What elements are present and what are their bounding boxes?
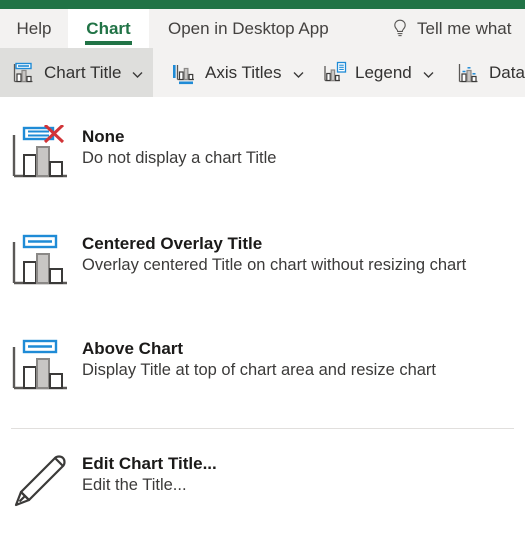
menu-item-centered-overlay-title-description: Overlay centered Title on chart without …	[82, 256, 467, 274]
chart-title-overlay-icon	[10, 232, 72, 295]
ribbon-command-row: Chart Title Axis Titles Legend Data	[0, 48, 525, 97]
menu-item-icon-wrap	[0, 337, 82, 400]
pencil-icon	[10, 452, 72, 515]
ribbon-tab-bar: Help Chart Open in Desktop App Tell me w…	[0, 9, 525, 48]
axis-titles-icon	[171, 60, 197, 86]
chart-title-icon	[10, 60, 36, 86]
lightbulb-icon	[392, 19, 408, 39]
menu-item-edit-chart-title[interactable]: Edit Chart Title... Edit the Title...	[0, 452, 525, 515]
menu-item-icon-wrap	[0, 232, 82, 295]
chevron-down-icon	[422, 66, 435, 79]
chevron-down-icon	[292, 66, 305, 79]
ribbon-button-data-labels[interactable]: Data	[445, 48, 525, 97]
menu-item-none-title: None	[82, 127, 125, 146]
chart-title-none-icon	[10, 123, 72, 188]
legend-icon	[321, 60, 347, 86]
open-in-desktop-app-label: Open in Desktop App	[168, 18, 329, 38]
tab-help-label: Help	[16, 18, 52, 38]
menu-item-above-chart-title: Above Chart	[82, 339, 184, 358]
ribbon-button-legend-label: Legend	[355, 62, 412, 82]
menu-item-text: Above Chart Display Title at top of char…	[82, 337, 436, 381]
menu-item-above-chart[interactable]: Above Chart Display Title at top of char…	[0, 337, 525, 400]
tell-me-label: Tell me what	[417, 18, 512, 38]
tab-help[interactable]: Help	[0, 9, 68, 48]
tell-me-button[interactable]: Tell me what	[392, 9, 511, 48]
tab-active-underline	[85, 41, 132, 45]
menu-item-edit-chart-title-description: Edit the Title...	[82, 476, 187, 494]
app-accent-bar	[0, 0, 525, 9]
ribbon-button-axis-titles-label: Axis Titles	[205, 62, 282, 82]
menu-divider	[11, 428, 514, 429]
menu-item-none[interactable]: None Do not display a chart Title	[0, 123, 525, 188]
menu-item-above-chart-description: Display Title at top of chart area and r…	[82, 361, 437, 379]
ribbon-button-data-labels-label: Data	[489, 62, 525, 82]
menu-item-edit-chart-title-title: Edit Chart Title...	[82, 454, 217, 473]
menu-item-icon-wrap	[0, 123, 82, 188]
chart-title-dropdown-menu: None Do not display a chart Title Center…	[0, 97, 525, 546]
menu-item-icon-wrap	[0, 452, 82, 515]
menu-item-text: Centered Overlay Title Overlay centered …	[82, 232, 466, 276]
ribbon-button-chart-title[interactable]: Chart Title	[0, 48, 153, 97]
tab-chart[interactable]: Chart	[68, 9, 149, 48]
menu-item-text: Edit Chart Title... Edit the Title...	[82, 452, 217, 496]
open-in-desktop-app-button[interactable]: Open in Desktop App	[168, 9, 329, 48]
ribbon-button-axis-titles[interactable]: Axis Titles	[161, 48, 315, 97]
data-labels-icon	[455, 60, 481, 86]
menu-item-centered-overlay-title-title: Centered Overlay Title	[82, 234, 263, 253]
ribbon-button-legend[interactable]: Legend	[311, 48, 445, 97]
chevron-down-icon	[131, 66, 144, 79]
tab-chart-label: Chart	[86, 18, 131, 38]
menu-item-centered-overlay-title[interactable]: Centered Overlay Title Overlay centered …	[0, 232, 525, 295]
menu-item-none-description: Do not display a chart Title	[82, 149, 277, 167]
chart-title-above-icon	[10, 337, 72, 400]
ribbon-button-chart-title-label: Chart Title	[44, 62, 122, 82]
menu-item-text: None Do not display a chart Title	[82, 125, 276, 169]
